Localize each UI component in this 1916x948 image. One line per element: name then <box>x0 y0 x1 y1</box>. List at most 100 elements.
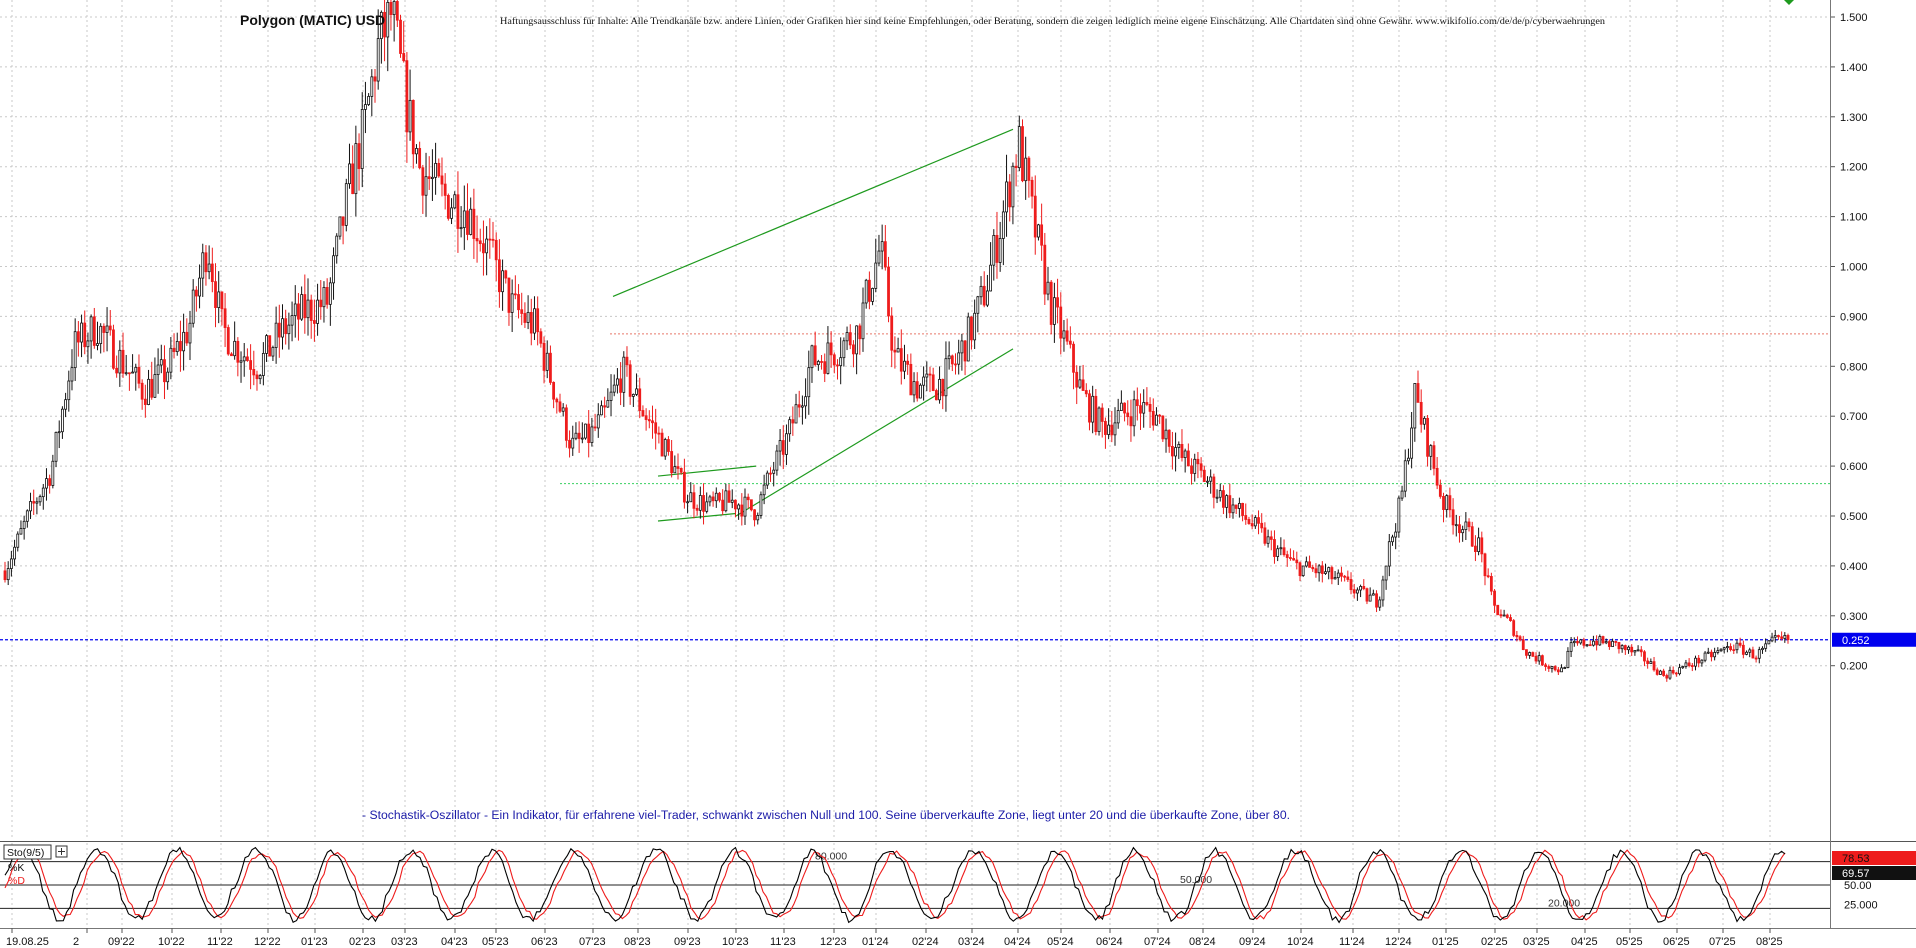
x-tick-label: 05'25 <box>1616 936 1643 948</box>
x-tick-label: 09'24 <box>1239 936 1266 948</box>
x-tick-label: 05'23 <box>482 936 509 948</box>
y-tick-label: 1.300 <box>1840 112 1868 124</box>
x-tick-label: 08'23 <box>624 936 651 948</box>
stochastic-panel: 80.00050.00020.000 25.00050.00 Sto(9/5) … <box>0 841 1916 927</box>
x-tick-label: 07'25 <box>1709 936 1736 948</box>
stochastic-y-axis: 25.000 50.00 <box>1844 880 1878 912</box>
candle <box>1598 634 1602 646</box>
price-panel: 1.500 1.400 1.300 1.200 1.100 1.000 0.900 0.800… <box>0 0 1916 840</box>
x-tick-label: 06'23 <box>531 936 558 948</box>
y-tick-label: 1.200 <box>1840 162 1868 174</box>
x-tick-label: 01'25 <box>1432 936 1459 948</box>
candle <box>446 193 450 221</box>
y-tick-label: 1.000 <box>1840 262 1868 274</box>
candle <box>112 324 115 370</box>
stochastic-label: Sto(9/5) <box>7 847 44 859</box>
x-tick-label: 08'25 <box>1756 936 1783 948</box>
x-tick-label: 02'25 <box>1481 936 1508 948</box>
stoch-level-label: 50.000 <box>1180 874 1212 886</box>
x-tick-label: 03'23 <box>391 936 418 948</box>
x-tick-label: 10'24 <box>1287 936 1314 948</box>
candle <box>919 383 922 399</box>
x-tick-label: 11'24 <box>1339 936 1365 948</box>
candle <box>1097 406 1101 436</box>
last-price-label: 0.252 <box>1842 635 1870 647</box>
stoch-y-tick-label: 25.000 <box>1844 900 1878 912</box>
y-tick-label: 0.600 <box>1840 461 1868 473</box>
candle <box>934 388 938 401</box>
candle <box>1531 651 1535 657</box>
x-tick-label: 03'25 <box>1523 936 1550 948</box>
candle <box>1161 415 1165 442</box>
y-tick-label: 0.900 <box>1840 311 1868 323</box>
d-label: %D <box>8 875 25 887</box>
price-plot-area <box>0 0 1830 840</box>
candle <box>1540 654 1544 666</box>
y-tick-label: 0.400 <box>1840 561 1868 573</box>
x-tick-label: 05'24 <box>1047 936 1074 948</box>
y-tick-label: 0.500 <box>1840 511 1868 523</box>
y-tick-label: 0.700 <box>1840 411 1868 423</box>
k-label: %K <box>8 862 24 874</box>
stochastic-annotation: - Stochastik-Oszillator - Ein Indikator,… <box>362 810 1290 822</box>
candle <box>268 335 272 357</box>
x-tick-label: 06'25 <box>1663 936 1690 948</box>
x-tick-label: 08'24 <box>1189 936 1216 948</box>
x-tick-label: 04'23 <box>441 936 468 948</box>
candle <box>1397 495 1401 538</box>
x-tick-label: 03'24 <box>958 936 985 948</box>
k-value-label: 78.53 <box>1842 853 1870 865</box>
x-tick-label: 09'22 <box>108 936 135 948</box>
x-tick-label: 01'24 <box>862 936 889 948</box>
d-value-label: 69.57 <box>1842 868 1870 880</box>
x-tick-label: 19.08.25 <box>6 936 49 948</box>
x-tick-label: 12'23 <box>820 936 847 948</box>
candle <box>1496 604 1500 616</box>
x-tick-label: 11'23 <box>770 936 796 948</box>
x-tick-label: 02'24 <box>912 936 939 948</box>
y-tick-label: 0.300 <box>1840 611 1868 623</box>
candle <box>887 256 890 323</box>
candle <box>584 423 587 440</box>
candle <box>1021 119 1024 183</box>
x-tick-label: 07'23 <box>579 936 606 948</box>
candle <box>1601 635 1605 645</box>
disclaimer-text: Haftungsausschluss für Inhalte: Alle Tre… <box>500 16 1605 27</box>
x-tick-label: 10'23 <box>722 936 749 948</box>
x-axis: 19.08.25 2 09'22 10'22 11'22 12'22 01'23 02'23 0… <box>0 927 1916 948</box>
add-indicator-icon[interactable] <box>55 845 68 858</box>
candle <box>1767 640 1771 645</box>
x-tick-label: 10'22 <box>158 936 185 948</box>
y-tick-label: 0.800 <box>1840 361 1868 373</box>
x-tick-label: 09'23 <box>674 936 701 948</box>
candle <box>1512 619 1516 638</box>
candle <box>226 324 230 356</box>
y-tick-label: 1.500 <box>1840 12 1868 24</box>
x-tick-label: 12'22 <box>254 936 281 948</box>
x-tick-label: 12'24 <box>1385 936 1412 948</box>
x-tick-label: 07'24 <box>1144 936 1171 948</box>
candle <box>749 499 753 512</box>
chart-title: Polygon (MATIC) USD <box>240 12 385 28</box>
x-tick-label: 01'23 <box>301 936 328 948</box>
candle <box>338 216 342 240</box>
y-tick-label: 1.100 <box>1840 212 1868 224</box>
x-tick-label: 04'25 <box>1571 936 1598 948</box>
stochastic-value-tags: 78.53 69.57 <box>1832 851 1916 880</box>
last-price-tag: 0.252 <box>1832 632 1916 647</box>
candle <box>1301 565 1305 577</box>
x-tick-label: 02'23 <box>349 936 376 948</box>
x-tick-label: 06'24 <box>1096 936 1123 948</box>
x-tick-label: 2 <box>73 936 79 948</box>
stoch-y-tick-label: 50.00 <box>1844 880 1872 892</box>
y-tick-label: 1.400 <box>1840 62 1868 74</box>
price-y-axis: 1.500 1.400 1.300 1.200 1.100 1.000 0.900 0.800… <box>1830 12 1868 673</box>
y-tick-label: 0.200 <box>1840 661 1868 673</box>
candle <box>344 178 348 232</box>
candle <box>759 491 763 519</box>
chart-canvas: 1.500 1.400 1.300 1.200 1.100 1.000 0.900 0.800… <box>0 0 1916 948</box>
candle <box>1703 651 1707 663</box>
candle <box>966 312 970 362</box>
x-tick-label: 11'22 <box>207 936 233 948</box>
candle <box>1094 389 1098 436</box>
